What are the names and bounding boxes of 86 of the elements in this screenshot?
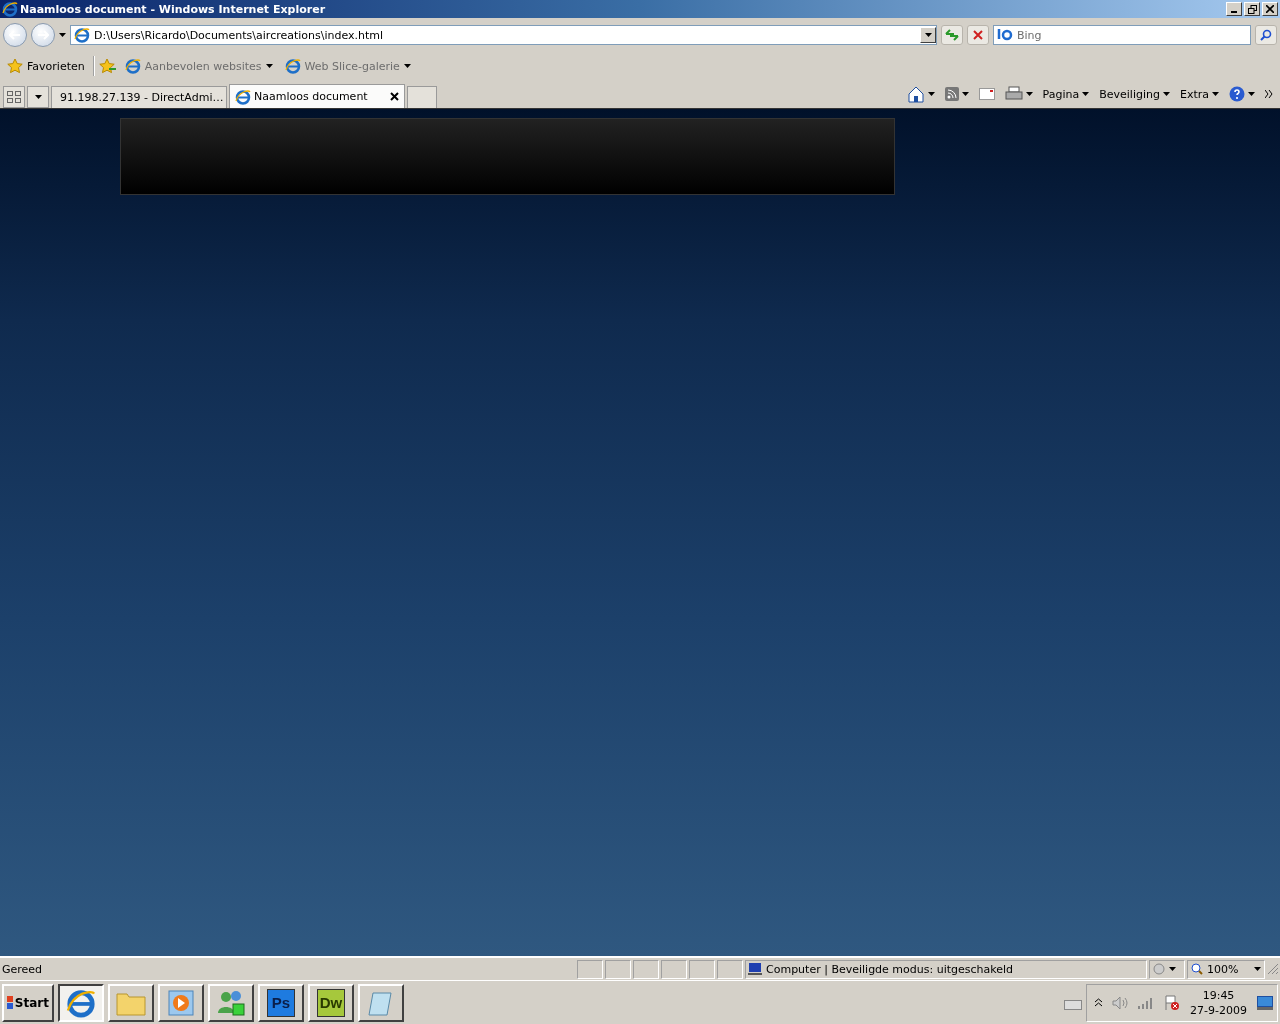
command-menu[interactable]: Extra	[1175, 84, 1223, 104]
command-menu[interactable]: Pagina	[1038, 84, 1094, 104]
forward-arrow-icon	[37, 30, 49, 40]
e-logo-icon	[284, 58, 301, 74]
browser-tab[interactable]: Naamloos document	[229, 84, 405, 108]
house-icon	[906, 85, 925, 103]
address-field[interactable]: D:\Users\Ricardo\Documents\aircreations\index.html	[94, 28, 916, 42]
close-icon	[1266, 5, 1274, 13]
status-pane	[689, 959, 715, 979]
status-pane	[633, 959, 659, 979]
play-icon	[167, 988, 195, 1017]
caret-icon	[34, 95, 42, 99]
computer-icon	[748, 963, 762, 975]
favorites-button[interactable]: Favorieten	[3, 56, 89, 76]
caret-icon	[59, 33, 66, 37]
caret-icon	[1025, 92, 1033, 96]
status-pane	[577, 959, 603, 979]
address-dropdown-button[interactable]	[920, 27, 936, 43]
taskbar-app-button[interactable]	[58, 983, 104, 1022]
app-icon: Ps	[267, 988, 295, 1017]
search-bar[interactable]: Bing	[993, 25, 1251, 45]
search-icon	[1260, 29, 1272, 41]
e-logo-icon	[235, 88, 251, 105]
protection-button[interactable]	[1149, 959, 1185, 979]
browser-tab[interactable]: 91.198.27.139 - DirectAdmi…	[51, 86, 227, 108]
resize-grip-icon	[1267, 963, 1279, 975]
feed-icon	[944, 87, 959, 101]
double-chevron-icon	[1265, 90, 1273, 98]
magnifier-icon	[1191, 963, 1203, 975]
search-button[interactable]	[1255, 25, 1277, 45]
caret-icon	[1248, 92, 1255, 96]
start-button[interactable]: Start	[2, 983, 54, 1022]
clock[interactable]: 19:45 27-9-2009	[1190, 987, 1247, 1018]
favorites-link[interactable]: Web Slice-galerie	[280, 56, 415, 76]
caret-icon	[265, 64, 273, 68]
back-arrow-icon	[9, 30, 21, 40]
b-logo-icon	[997, 29, 1013, 41]
help-icon	[1229, 86, 1245, 102]
status-pane	[661, 959, 687, 979]
close-icon[interactable]	[390, 92, 399, 101]
e-logo-icon	[2, 1, 18, 17]
restore-icon	[1247, 4, 1257, 14]
address-bar[interactable]: D:\Users\Ricardo\Documents\aircreations\index.html	[70, 25, 937, 45]
tab-list-button[interactable]	[27, 86, 49, 108]
e-logo-icon	[124, 58, 141, 74]
restore-button[interactable]	[1244, 2, 1260, 16]
caret-icon	[927, 92, 935, 96]
e-logo-icon	[66, 987, 96, 1018]
star-icon	[7, 58, 23, 74]
caret-icon	[961, 92, 969, 96]
quick-tabs-button[interactable]	[3, 86, 25, 108]
people-icon	[216, 988, 246, 1017]
window-title: Naamloos document - Windows Internet Explorer	[20, 2, 327, 16]
zone-text: Computer | Beveiligde modus: uitgeschakeld	[766, 962, 1014, 976]
refresh-icon	[945, 29, 959, 41]
caret-icon	[1169, 967, 1176, 971]
x-icon	[973, 30, 983, 40]
status-text: Gereed	[1, 962, 44, 976]
favorites-link[interactable]: Aanbevolen websites	[120, 56, 277, 76]
envelope-icon	[978, 88, 995, 100]
grid-icon	[7, 91, 21, 103]
stop-button[interactable]	[967, 25, 989, 45]
forward-button[interactable]	[31, 23, 55, 47]
taskbar-app-button[interactable]: Ps	[258, 983, 304, 1022]
windows-flag-icon	[7, 995, 13, 1010]
caret-icon	[1082, 92, 1090, 96]
refresh-button[interactable]	[941, 25, 963, 45]
status-pane	[717, 959, 743, 979]
caret-icon	[1254, 967, 1261, 971]
chevron-up-icon[interactable]	[1095, 998, 1103, 1007]
close-button[interactable]	[1262, 2, 1278, 16]
app-icon: Dw	[317, 988, 345, 1017]
taskbar-app-button[interactable]: Dw	[308, 983, 354, 1022]
command-menu[interactable]: Beveiliging	[1095, 84, 1174, 104]
desktop-icon[interactable]	[1257, 995, 1273, 1010]
printer-icon	[1004, 86, 1023, 102]
minimize-button[interactable]	[1226, 2, 1242, 16]
status-pane	[605, 959, 631, 979]
caret-icon	[1162, 92, 1170, 96]
caret-icon	[1212, 92, 1219, 96]
zoom-button[interactable]: 100%	[1187, 959, 1265, 979]
caret-icon	[403, 64, 411, 68]
flag-icon[interactable]	[1164, 994, 1181, 1011]
back-button[interactable]	[3, 23, 27, 47]
caret-icon	[924, 33, 932, 37]
e-logo-icon	[74, 27, 90, 43]
